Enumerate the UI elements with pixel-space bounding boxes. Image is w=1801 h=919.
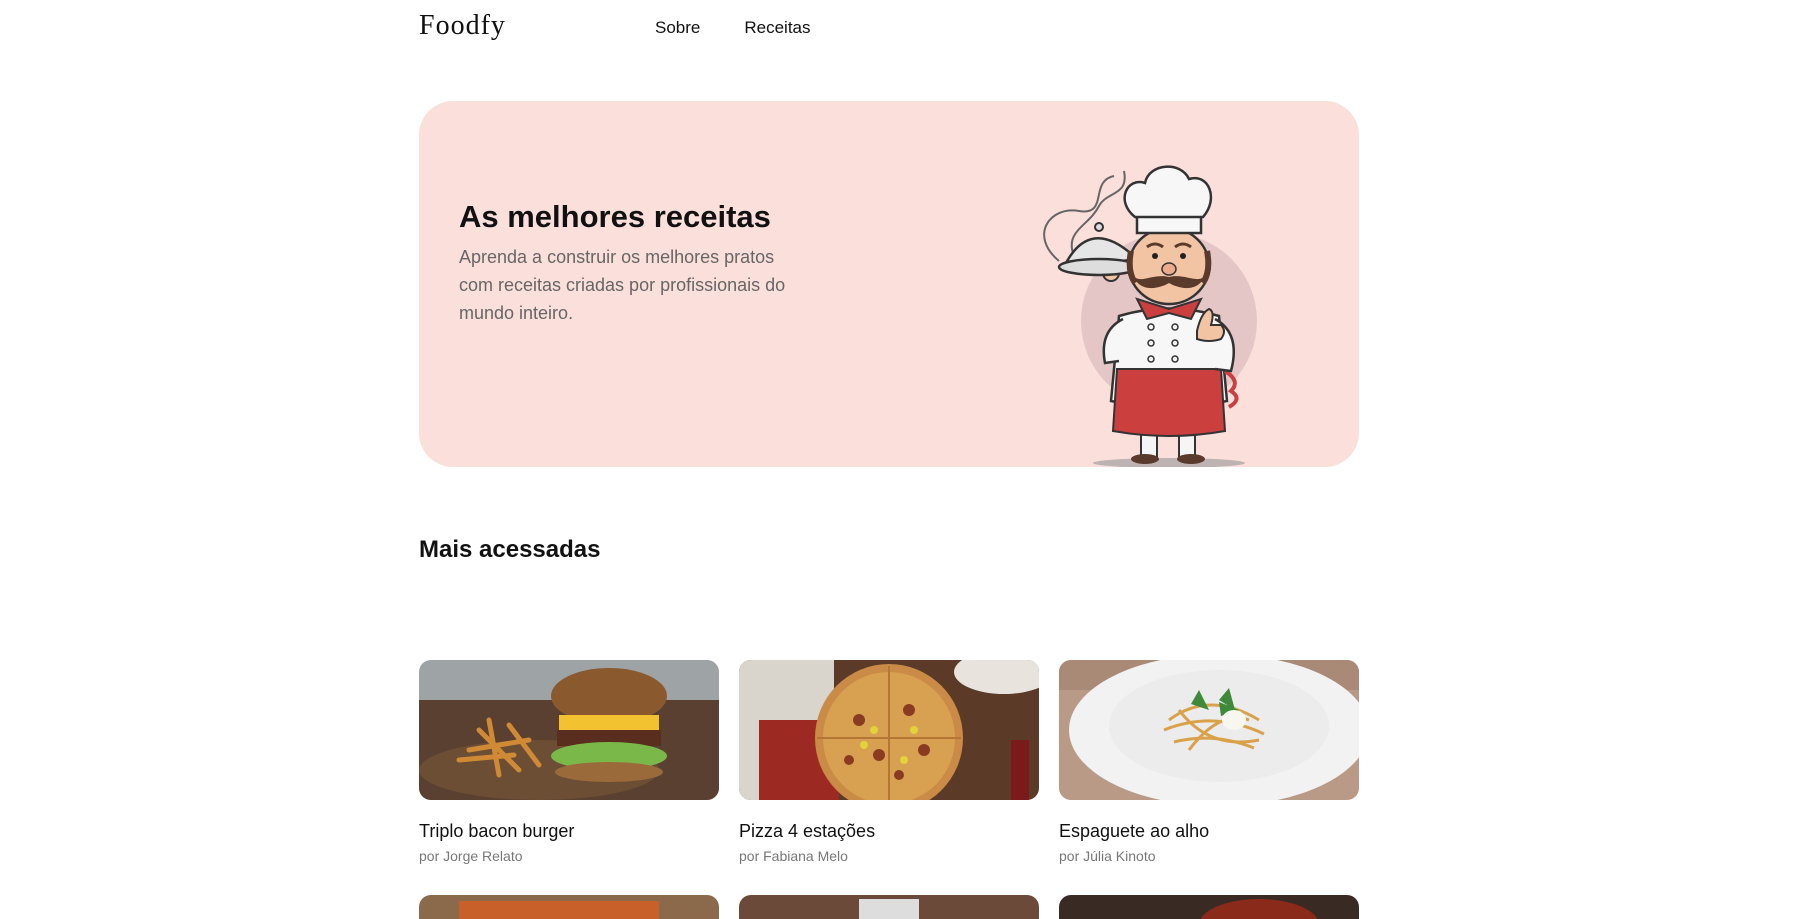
- recipe-image[interactable]: [419, 895, 719, 919]
- header: Foodfy Sobre Receitas: [419, 8, 1359, 48]
- nav-link-receitas[interactable]: Receitas: [744, 18, 810, 38]
- main-nav: Sobre Receitas: [655, 18, 811, 38]
- logo[interactable]: Foodfy: [419, 10, 506, 42]
- section-title: Mais acessadas: [419, 536, 601, 563]
- hero-title: As melhores receitas: [459, 199, 771, 234]
- recipe-author: por Júlia Kinoto: [1059, 848, 1156, 864]
- hero-banner: As melhores receitas Aprenda a construir…: [419, 101, 1359, 467]
- hero-description: Aprenda a construir os melhores pratos c…: [459, 247, 786, 323]
- recipe-image[interactable]: [739, 895, 1039, 919]
- recipe-name[interactable]: Pizza 4 estações: [739, 821, 1039, 842]
- recipe-author: por Fabiana Melo: [739, 848, 848, 864]
- recipe-name[interactable]: Espaguete ao alho: [1059, 821, 1359, 842]
- recipe-image[interactable]: [1059, 895, 1359, 919]
- recipe-image-spaghetti[interactable]: [1059, 660, 1359, 800]
- recipe-image-pizza[interactable]: [739, 660, 1039, 800]
- recipe-author: por Jorge Relato: [419, 848, 523, 864]
- recipe-name[interactable]: Triplo bacon burger: [419, 821, 719, 842]
- nav-link-sobre[interactable]: Sobre: [655, 18, 700, 38]
- recipe-card[interactable]: Pizza 4 estações por Fabiana Melo: [739, 660, 1039, 864]
- recipe-image-burger[interactable]: [419, 660, 719, 800]
- recipe-card[interactable]: Triplo bacon burger por Jorge Relato: [419, 660, 719, 864]
- chef-illustration: [1043, 165, 1257, 467]
- recipe-card[interactable]: Espaguete ao alho por Júlia Kinoto: [1059, 660, 1359, 864]
- page: Foodfy Sobre Receitas As melhores receit…: [0, 0, 1801, 919]
